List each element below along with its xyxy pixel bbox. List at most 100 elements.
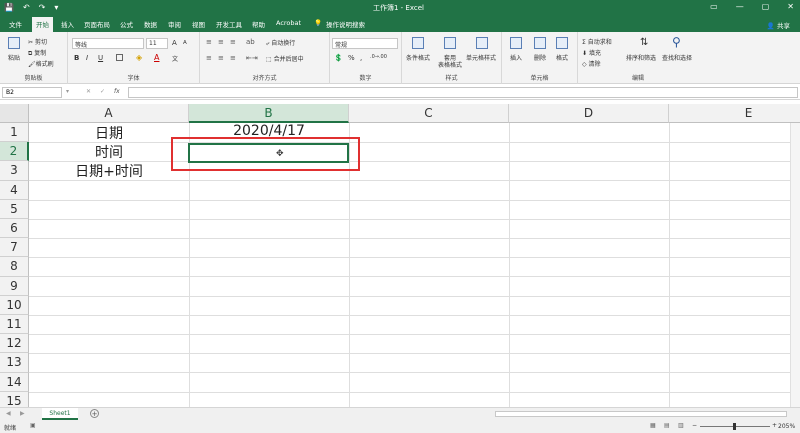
font-size-select[interactable]: 11 [146, 38, 168, 49]
sort-filter-button[interactable]: 排序和筛选 [626, 53, 656, 62]
row-header-11[interactable]: 11 [0, 315, 29, 335]
clear-button[interactable]: ◇ 清除 [582, 59, 601, 68]
shrink-font-button[interactable]: A [183, 40, 187, 46]
increase-decimal-icon[interactable]: .0→.00 [370, 54, 387, 60]
delete-cells-icon[interactable] [534, 37, 546, 49]
cell-styles-icon[interactable] [476, 37, 488, 49]
tell-me-search[interactable]: 操作说明搜索 [326, 19, 365, 29]
middle-align-icon[interactable]: ≡ [218, 38, 224, 46]
tab-page-layout[interactable]: 页面布局 [84, 19, 110, 29]
next-sheet-icon[interactable]: ▶ [20, 410, 25, 417]
column-header-a[interactable]: A [29, 104, 189, 123]
column-header-e[interactable]: E [669, 104, 800, 123]
sheet-tab-sheet1[interactable]: Sheet1 [42, 408, 78, 420]
insert-function-button[interactable]: fx [114, 88, 120, 95]
page-break-view-icon[interactable]: ▥ [678, 422, 684, 429]
merge-center-button[interactable]: ⬚ 合并后居中 [266, 54, 304, 63]
page-layout-view-icon[interactable]: ▤ [664, 422, 670, 429]
select-all-corner[interactable] [0, 104, 29, 123]
fill-color-icon[interactable]: ◈ [136, 53, 142, 62]
column-header-d[interactable]: D [509, 104, 669, 123]
percent-button[interactable]: % [348, 54, 355, 62]
italic-button[interactable]: I [86, 54, 88, 62]
share-button[interactable]: 👤 共享 [767, 20, 790, 30]
orientation-icon[interactable]: ab [246, 38, 255, 46]
column-header-c[interactable]: C [349, 104, 509, 123]
zoom-slider-handle[interactable] [733, 423, 736, 430]
undo-icon[interactable]: ↶ [23, 3, 30, 12]
cell-a3[interactable]: 日期+时间 [29, 161, 189, 180]
tab-insert[interactable]: 插入 [61, 19, 74, 29]
macro-record-icon[interactable]: ▣ [30, 422, 36, 429]
row-header-8[interactable]: 8 [0, 257, 29, 277]
row-header-4[interactable]: 4 [0, 180, 29, 200]
tab-review[interactable]: 审阅 [168, 19, 181, 29]
format-as-table-icon[interactable] [444, 37, 456, 49]
horizontal-scrollbar[interactable] [495, 411, 787, 417]
align-right-icon[interactable]: ≡ [230, 54, 236, 62]
tab-help[interactable]: 帮助 [252, 19, 265, 29]
row-header-5[interactable]: 5 [0, 199, 29, 219]
ribbon-display-options-icon[interactable]: ▭ [710, 2, 718, 11]
tab-developer[interactable]: 开发工具 [216, 19, 242, 29]
align-left-icon[interactable]: ≡ [206, 54, 212, 62]
font-name-select[interactable]: 等线 [72, 38, 144, 49]
row-header-15[interactable]: 15 [0, 391, 29, 407]
redo-icon[interactable]: ↷ [39, 3, 46, 12]
paste-button[interactable]: 粘贴 [8, 53, 20, 62]
cell-a1[interactable]: 日期 [29, 123, 189, 142]
grow-font-button[interactable]: A [172, 39, 177, 47]
conditional-formatting-icon[interactable] [412, 37, 424, 49]
comma-button[interactable]: , [360, 54, 362, 62]
row-header-9[interactable]: 9 [0, 276, 29, 296]
autosum-button[interactable]: Σ 自动求和 [582, 37, 612, 46]
add-sheet-button[interactable]: + [90, 409, 99, 418]
tab-view[interactable]: 视图 [192, 19, 205, 29]
paste-icon[interactable] [8, 37, 20, 49]
magnifier-icon[interactable]: ⚲ [672, 35, 681, 49]
bottom-align-icon[interactable]: ≡ [230, 38, 236, 46]
zoom-level[interactable]: 205% [778, 423, 795, 430]
customize-qat-icon[interactable]: ▾ [54, 3, 58, 12]
tab-formulas[interactable]: 公式 [120, 19, 133, 29]
copy-button[interactable]: ⧉ 复制 [28, 48, 46, 58]
tab-file[interactable]: 文件 [9, 19, 22, 29]
phonetic-icon[interactable]: 文 [172, 54, 178, 63]
row-header-2[interactable]: 2 [0, 142, 29, 162]
row-header-12[interactable]: 12 [0, 334, 29, 354]
tab-acrobat[interactable]: Acrobat [276, 19, 301, 27]
top-align-icon[interactable]: ≡ [206, 38, 212, 46]
name-box[interactable]: B2 [2, 87, 62, 98]
enter-icon[interactable]: ✓ [100, 88, 105, 95]
vertical-scrollbar[interactable] [790, 123, 800, 407]
format-cells-icon[interactable] [556, 37, 568, 49]
row-header-14[interactable]: 14 [0, 372, 29, 392]
fill-button[interactable]: ⬇ 填充 [582, 48, 601, 57]
insert-cells-button[interactable]: 插入 [510, 53, 522, 62]
cancel-icon[interactable]: ✕ [86, 88, 91, 95]
prev-sheet-icon[interactable]: ◀ [6, 410, 11, 417]
sort-filter-icon[interactable]: ⇅ [640, 37, 648, 48]
row-header-3[interactable]: 3 [0, 161, 29, 181]
cut-button[interactable]: ✂ 剪切 [28, 37, 47, 46]
bold-button[interactable]: B [74, 54, 79, 62]
insert-cells-icon[interactable] [510, 37, 522, 49]
save-icon[interactable]: 💾 [4, 3, 14, 12]
name-box-dropdown-icon[interactable]: ▾ [66, 88, 69, 95]
align-center-icon[interactable]: ≡ [218, 54, 224, 62]
delete-cells-button[interactable]: 删除 [534, 53, 546, 62]
cell-styles-button[interactable]: 单元格样式 [466, 53, 496, 62]
worksheet-grid[interactable]: A B C D E 1 2 3 4 5 6 7 8 9 10 11 12 13 … [0, 104, 800, 407]
cell-a2[interactable]: 时间 [29, 142, 189, 161]
row-header-10[interactable]: 10 [0, 295, 29, 315]
zoom-out-button[interactable]: − [692, 422, 697, 429]
row-header-6[interactable]: 6 [0, 219, 29, 239]
conditional-formatting-button[interactable]: 条件格式 [406, 53, 430, 62]
formula-input[interactable] [128, 87, 798, 98]
row-header-1[interactable]: 1 [0, 123, 29, 143]
format-cells-button[interactable]: 格式 [556, 53, 568, 62]
tab-data[interactable]: 数据 [144, 19, 157, 29]
currency-icon[interactable]: 💲 [334, 54, 343, 62]
underline-button[interactable]: U [98, 54, 103, 62]
minimize-icon[interactable]: — [736, 2, 744, 11]
